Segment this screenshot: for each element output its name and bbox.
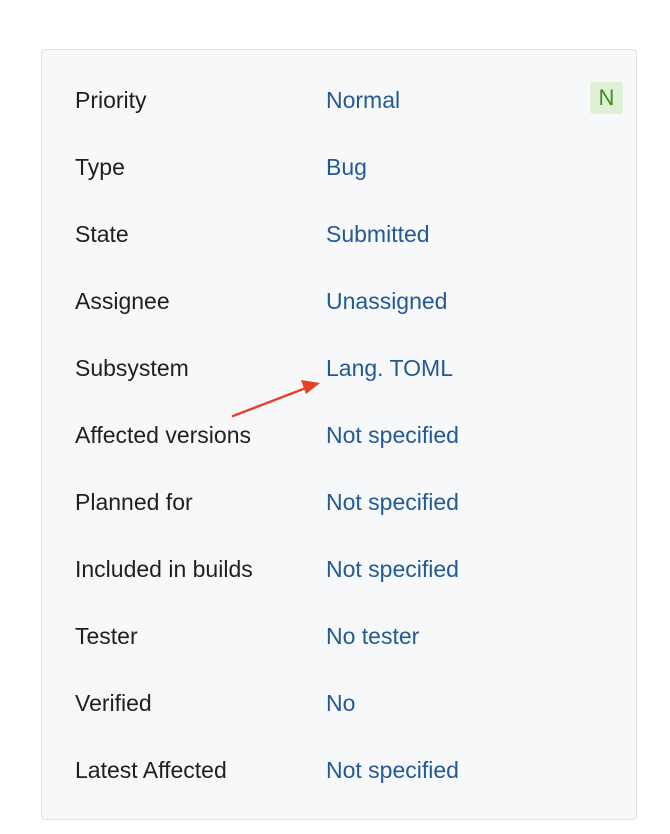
field-row-affected-versions: Affected versions Not specified — [42, 415, 636, 455]
field-label: Type — [75, 154, 125, 180]
field-value-affected-versions[interactable]: Not specified — [326, 415, 459, 455]
field-label: State — [75, 221, 129, 247]
field-row-priority: Priority Normal — [42, 80, 636, 120]
field-value-verified[interactable]: No — [326, 683, 355, 723]
field-row-tester: Tester No tester — [42, 616, 636, 656]
field-row-state: State Submitted — [42, 214, 636, 254]
field-row-verified: Verified No — [42, 683, 636, 723]
field-row-assignee: Assignee Unassigned — [42, 281, 636, 321]
field-label: Verified — [75, 690, 152, 716]
field-label: Assignee — [75, 288, 170, 314]
field-row-type: Type Bug — [42, 147, 636, 187]
issue-fields-panel: N Priority Normal Type Bug State Submitt… — [41, 49, 637, 820]
field-row-planned-for: Planned for Not specified — [42, 482, 636, 522]
field-label: Planned for — [75, 489, 193, 515]
field-row-included-in-builds: Included in builds Not specified — [42, 549, 636, 589]
field-value-latest-affected[interactable]: Not specified — [326, 750, 459, 790]
field-label: Included in builds — [75, 556, 253, 582]
field-label: Subsystem — [75, 355, 189, 381]
field-value-subsystem[interactable]: Lang. TOML — [326, 348, 453, 388]
field-label: Affected versions — [75, 422, 252, 448]
field-value-assignee[interactable]: Unassigned — [326, 281, 447, 321]
field-value-type[interactable]: Bug — [326, 147, 367, 187]
field-label: Latest Affected — [75, 757, 227, 783]
field-value-included-in-builds[interactable]: Not specified — [326, 549, 459, 589]
field-label: Tester — [75, 623, 138, 649]
field-value-tester[interactable]: No tester — [326, 616, 419, 656]
field-row-latest-affected: Latest Affected Not specified — [42, 750, 636, 790]
field-label: Priority — [75, 87, 147, 113]
field-row-subsystem: Subsystem Lang. TOML — [42, 348, 636, 388]
field-value-planned-for[interactable]: Not specified — [326, 482, 459, 522]
field-value-state[interactable]: Submitted — [326, 214, 430, 254]
field-value-priority[interactable]: Normal — [326, 80, 400, 120]
